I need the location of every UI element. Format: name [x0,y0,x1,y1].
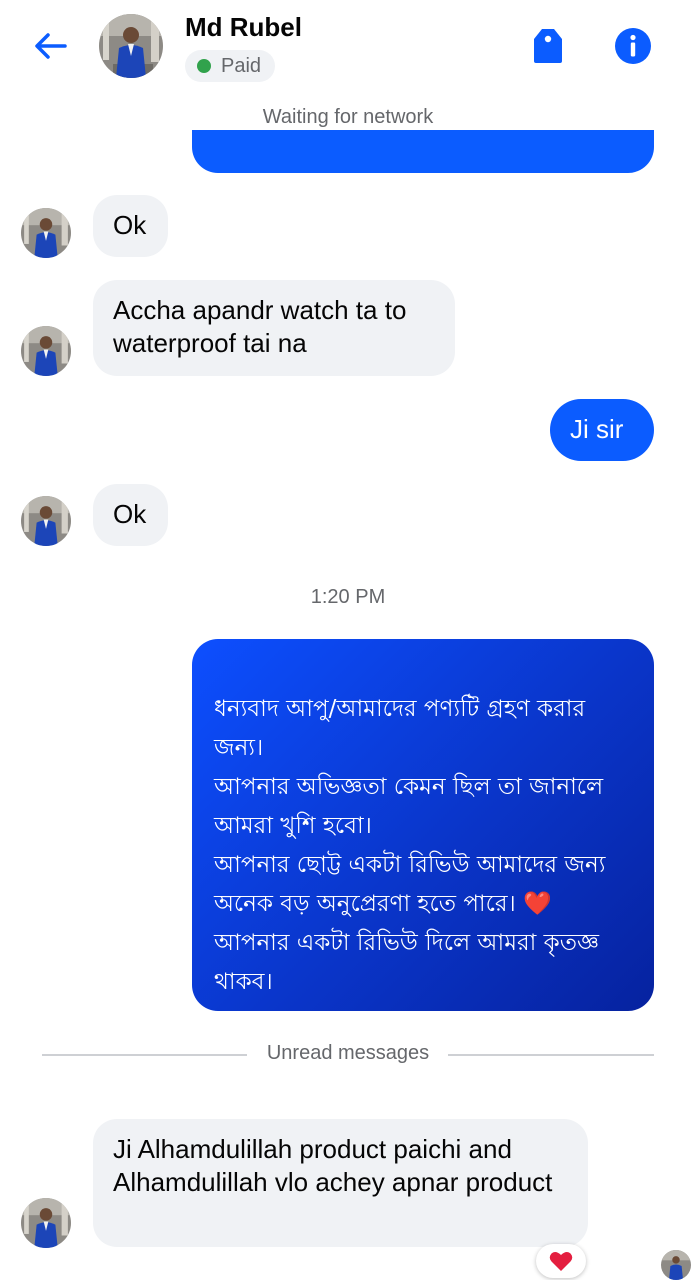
sender-avatar[interactable] [21,208,71,258]
incoming-message-bubble[interactable]: Ok [93,484,168,546]
tag-button[interactable] [528,24,568,68]
back-button[interactable] [26,24,74,68]
heart-icon [549,1252,573,1271]
contact-avatar[interactable] [99,14,163,78]
incoming-message-bubble[interactable]: Accha apandr watch ta to waterproof tai … [93,280,455,376]
status-dot [197,59,211,73]
sender-avatar[interactable] [21,1198,71,1248]
chat-header: Md Rubel Paid [0,0,696,96]
status-label: Paid [221,54,262,77]
message-text: ধন্যবাদ আপু/আমাদের পণ্যটি গ্রহণ করার জন্… [214,696,606,995]
outgoing-message-bubble[interactable]: Ji sir [550,399,654,461]
message-timestamp: 1:20 PM [310,586,386,608]
read-receipt-avatar [661,1250,691,1280]
message-text: Ok [113,210,147,240]
tag-icon [534,29,562,63]
outgoing-message-bubble[interactable] [192,130,654,173]
status-badge[interactable]: Paid [185,50,276,82]
message-text: Ok [113,499,147,529]
info-button[interactable] [611,24,655,68]
back-arrow-icon [35,33,67,59]
unread-divider: Unread messages [266,1042,430,1064]
contact-name[interactable]: Md Rubel [185,12,302,43]
network-status: Waiting for network [0,106,696,129]
message-text: Ji Alhamdulillah product paichi and Alha… [113,1134,553,1197]
sender-avatar[interactable] [21,326,71,376]
outgoing-message-bubble[interactable]: ধন্যবাদ আপু/আমাদের পণ্যটি গ্রহণ করার জন্… [192,639,654,1011]
sender-avatar[interactable] [21,496,71,546]
message-text: Ji sir [570,414,624,444]
message-text: Accha apandr watch ta to waterproof tai … [113,295,407,358]
incoming-message-bubble[interactable]: Ji Alhamdulillah product paichi and Alha… [93,1119,588,1247]
info-icon [615,28,651,64]
message-reaction[interactable] [536,1244,586,1278]
incoming-message-bubble[interactable]: Ok [93,195,168,257]
